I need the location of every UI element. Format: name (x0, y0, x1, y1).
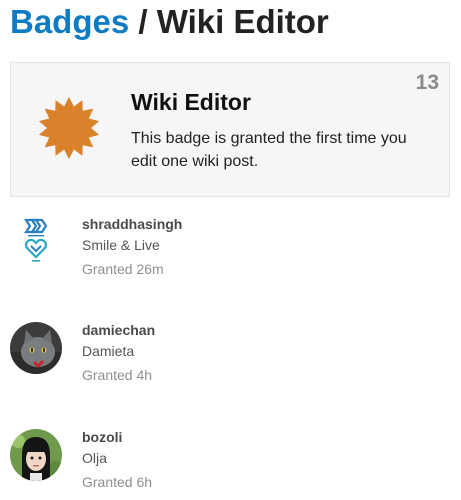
list-item[interactable]: shraddhasingh Smile & Live Granted 26m (10, 216, 450, 296)
badge-title: Wiki Editor (131, 89, 251, 115)
badge-card: 13 Wiki Editor This badge is granted the… (10, 62, 450, 197)
username[interactable]: bozoli (82, 429, 122, 445)
granted-time: Granted 6h (82, 474, 153, 490)
user-full-name: Olja (82, 450, 107, 466)
list-item[interactable]: damiechan Damieta Granted 4h (10, 322, 450, 402)
user-full-name: Smile & Live (82, 237, 160, 253)
user-full-name: Damieta (82, 343, 135, 359)
list-item[interactable]: bozoli Olja Granted 6h (10, 429, 450, 500)
breadcrumb-badges-link[interactable]: Badges (10, 3, 129, 40)
avatar[interactable] (10, 429, 62, 481)
username[interactable]: shraddhasingh (82, 216, 182, 232)
breadcrumb-current: Wiki Editor (156, 3, 329, 40)
badge-sunburst-icon (37, 96, 101, 160)
breadcrumb-separator: / (138, 3, 148, 40)
page-title: Badges / Wiki Editor (10, 0, 329, 44)
avatar-logo-icon (10, 216, 62, 268)
cat-photo-icon (10, 322, 62, 374)
badge-page: Badges / Wiki Editor 13 Wiki Editor This… (0, 0, 461, 500)
badge-grant-count: 13 (415, 71, 439, 94)
granted-time: Granted 4h (82, 367, 153, 383)
badge-description: This badge is granted the first time you… (131, 130, 407, 170)
granted-time: Granted 26m (82, 261, 164, 277)
person-photo-icon (10, 429, 62, 481)
avatar[interactable] (10, 322, 62, 374)
username[interactable]: damiechan (82, 322, 155, 338)
avatar[interactable] (10, 216, 62, 268)
